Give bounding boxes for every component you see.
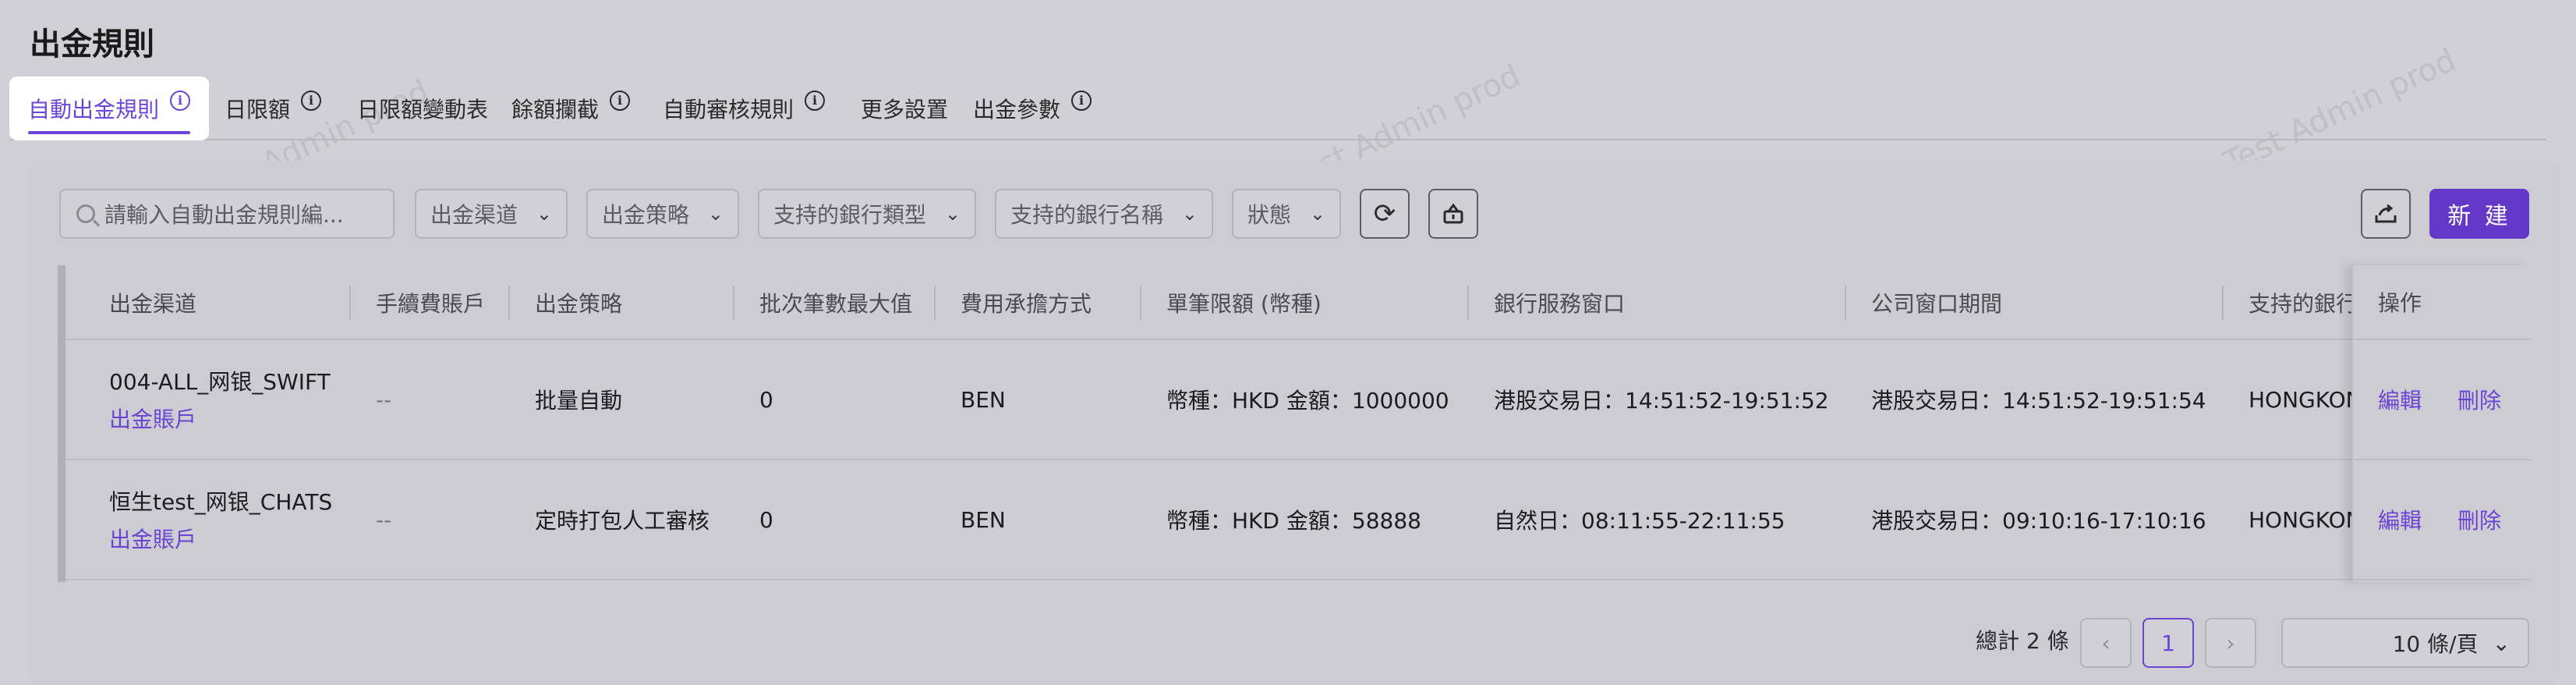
cell-channel: 恒生test_网银_CHATS 出金賬戶 [109,460,332,579]
cell-channel: 004-ALL_网银_SWIFT 出金賬戶 [109,340,331,459]
cell-fee-account: -- [376,386,392,413]
select-label: 出金策略 [602,202,690,228]
col-header: 費用承擔方式 [961,291,1092,317]
page-1-button[interactable]: 1 [2143,618,2194,668]
tab-balance-intercept[interactable]: 餘額攔截 i [511,76,631,140]
tab-label: 日限額 [225,97,291,122]
cell-batch-max: 0 [759,506,773,533]
tab-auto-review-rules[interactable]: 自動審核規則 i [663,76,826,140]
next-page-button[interactable]: › [2205,618,2256,668]
table-row: 恒生test_网银_CHATS 出金賬戶 -- 定時打包人工審核 0 BEN 幣… [65,460,2529,580]
tab-label: 更多設置 [861,97,949,122]
cell-fee-bearer: BEN [961,506,1006,533]
chevron-down-icon: ⌄ [707,203,724,225]
operation-cell: 編輯 刪除 [2353,460,2531,580]
new-button[interactable]: 新 建 [2429,189,2529,239]
pagination-total: 總計 2 條 [1976,628,2069,654]
chevron-down-icon: ⌄ [536,203,552,225]
chevron-down-icon: ⌄ [2492,630,2511,656]
cell-fee-bearer: BEN [961,386,1006,413]
tab-withdraw-params[interactable]: 出金參數 i [973,76,1092,140]
tab-daily-limit[interactable]: 日限額 i [225,76,322,140]
filter-strategy-select[interactable]: 出金策略 ⌄ [586,189,739,239]
cell-limit: 幣種：HKD 金額：58888 [1166,508,1421,534]
operation-cell: 編輯 刪除 [2353,340,2531,460]
refresh-button[interactable]: ⟳ [1360,189,1410,239]
cell-strategy: 批量自動 [535,388,623,413]
withdraw-account-link[interactable]: 出金賬戶 [109,523,196,554]
col-header: 公司窗口期間 [1871,291,2003,317]
col-header: 銀行服務窗口 [1494,291,1626,317]
select-label: 出金渠道 [430,202,518,228]
tab-auto-withdraw-rules[interactable]: 自動出金規則 i [9,76,210,140]
tab-label: 自動審核規則 [663,97,794,122]
col-header: 批次筆數最大值 [759,291,913,317]
cell-limit: 幣種：HKD 金額：1000000 [1166,388,1449,413]
cell-company-window: 港股交易日：09:10:16-17:10:16 [1871,508,2206,534]
tab-more-settings[interactable]: 更多設置 [861,76,948,140]
table-left-edge [58,265,65,582]
info-icon[interactable]: i [170,91,191,111]
withdraw-account-link[interactable]: 出金賬戶 [109,403,196,434]
cell-strategy: 定時打包人工審核 [535,508,710,534]
select-label: 支持的銀行類型 [773,202,927,228]
tab-daily-limit-changes[interactable]: 日限額變動表 [357,76,488,140]
cell-bank-window: 自然日：08:11:55-22:11:55 [1494,508,1785,534]
info-icon[interactable]: i [301,91,322,111]
col-header: 單筆限額 (幣種) [1166,291,1322,317]
info-icon[interactable]: i [805,91,826,111]
cell-company-window: 港股交易日：14:51:52-19:51:54 [1871,388,2206,413]
operation-column: 操作 編輯 刪除 編輯 刪除 [2351,265,2531,582]
col-header: 出金渠道 [109,291,197,317]
search-input[interactable]: 請輸入自動出金規則編... [59,189,395,239]
rules-table: 出金渠道 手續費賬戶 出金策略 批次筆數最大值 費用承擔方式 單筆限額 (幣種)… [58,265,2531,582]
page-title: 出金規則 [30,27,154,62]
search-placeholder: 請輸入自動出金規則編... [104,202,344,228]
edit-link[interactable]: 編輯 [2378,384,2422,415]
delete-link[interactable]: 刪除 [2457,384,2501,415]
col-header: 手續費賬戶 [376,291,486,317]
page-size-label: 10 條/頁 [2392,631,2479,657]
tab-label: 餘額攔截 [511,97,600,122]
tab-label: 出金參數 [973,97,1061,122]
cell-batch-max: 0 [759,386,773,413]
tab-label: 日限額變動表 [357,97,489,122]
export-icon [2375,204,2397,223]
table-row: 004-ALL_网银_SWIFT 出金賬戶 -- 批量自動 0 BEN 幣種：H… [65,340,2529,460]
chevron-down-icon: ⌄ [1309,203,1325,225]
clear-filters-button[interactable] [1428,189,1478,239]
filter-bank-type-select[interactable]: 支持的銀行類型 ⌄ [758,189,976,239]
cell-bank-window: 港股交易日：14:51:52-19:51:52 [1494,388,1829,413]
select-label: 狀態 [1247,202,1292,228]
chevron-right-icon: › [2226,630,2235,656]
info-icon[interactable]: i [1071,91,1092,111]
search-icon [76,204,95,223]
page-size-select[interactable]: 10 條/頁 ⌄ [2281,618,2529,668]
col-header-operation: 操作 [2353,265,2531,340]
chevron-left-icon: ‹ [2101,630,2111,656]
info-icon[interactable]: i [610,91,631,111]
col-header: 出金策略 [535,291,623,317]
filter-status-select[interactable]: 狀態 ⌄ [1232,189,1341,239]
table-header: 出金渠道 手續費賬戶 出金策略 批次筆數最大值 費用承擔方式 單筆限額 (幣種)… [65,265,2529,340]
filter-bank-name-select[interactable]: 支持的銀行名稱 ⌄ [995,189,1213,239]
tab-label: 自動出金規則 [28,97,160,122]
refresh-icon: ⟳ [1373,198,1396,229]
select-label: 支持的銀行名稱 [1010,202,1164,228]
chevron-down-icon: ⌄ [944,203,961,225]
edit-link[interactable]: 編輯 [2378,504,2422,535]
chevron-down-icon: ⌄ [1181,203,1198,225]
channel-name: 恒生test_网银_CHATS [109,489,333,515]
filter-channel-select[interactable]: 出金渠道 ⌄ [415,189,568,239]
tab-bar: 自動出金規則 i 日限額 i 日限額變動表 餘額攔截 i 自動審核規則 i 更多… [9,76,2546,140]
basket-icon [1443,203,1463,224]
delete-link[interactable]: 刪除 [2457,504,2501,535]
cell-fee-account: -- [376,506,392,533]
channel-name: 004-ALL_网银_SWIFT [109,369,331,395]
export-button[interactable] [2361,189,2411,239]
prev-page-button[interactable]: ‹ [2080,618,2132,668]
